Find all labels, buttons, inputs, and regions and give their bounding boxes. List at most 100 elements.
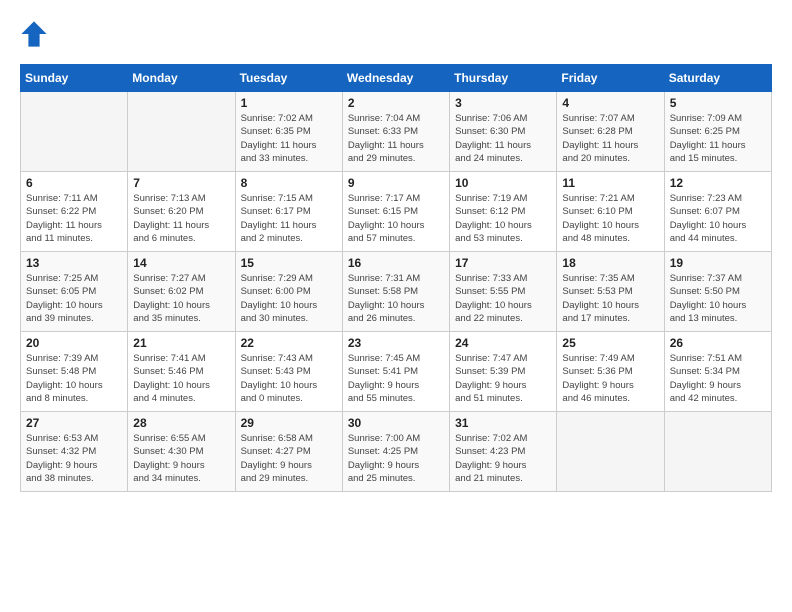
day-number: 8 [241,176,337,190]
day-number: 26 [670,336,766,350]
calendar-cell: 19Sunrise: 7:37 AM Sunset: 5:50 PM Dayli… [664,252,771,332]
day-number: 20 [26,336,122,350]
calendar-cell: 29 Sunrise: 6:58 AM Sunset: 4:27 PM Dayli… [235,412,342,492]
day-info: Sunrise: 7:51 AM Sunset: 5:34 PM Dayligh… [670,352,766,405]
day-info: Sunrise: 7:25 AM Sunset: 6:05 PM Dayligh… [26,272,122,325]
day-info: Sunrise: 7:41 AM Sunset: 5:46 PM Dayligh… [133,352,229,405]
day-number: 21 [133,336,229,350]
calendar-cell: 31 Sunrise: 7:02 AM Sunset: 4:23 PM Dayli… [450,412,557,492]
calendar-cell: 8 Sunrise: 7:15 AM Sunset: 6:17 PM Daylig… [235,172,342,252]
day-number: 6 [26,176,122,190]
calendar-cell: 26 Sunrise: 7:51 AM Sunset: 5:34 PM Dayli… [664,332,771,412]
day-info: Sunrise: 6:58 AM Sunset: 4:27 PM Dayligh… [241,432,337,485]
day-info: Sunrise: 7:13 AM Sunset: 6:20 PM Dayligh… [133,192,229,245]
day-info: Sunrise: 6:55 AM Sunset: 4:30 PM Dayligh… [133,432,229,485]
day-number: 3 [455,96,551,110]
day-number: 15 [241,256,337,270]
day-info: Sunrise: 7:49 AM Sunset: 5:36 PM Dayligh… [562,352,658,405]
day-number: 5 [670,96,766,110]
calendar-cell: 21 Sunrise: 7:41 AM Sunset: 5:46 PM Dayli… [128,332,235,412]
day-number: 25 [562,336,658,350]
calendar-cell: 13 Sunrise: 7:25 AM Sunset: 6:05 PM Dayli… [21,252,128,332]
calendar-cell [21,92,128,172]
day-info: Sunrise: 7:31 AM Sunset: 5:58 PM Dayligh… [348,272,444,325]
day-number: 28 [133,416,229,430]
calendar-cell: 28 Sunrise: 6:55 AM Sunset: 4:30 PM Dayli… [128,412,235,492]
day-info: Sunrise: 7:45 AM Sunset: 5:41 PM Dayligh… [348,352,444,405]
day-info: Sunrise: 6:53 AM Sunset: 4:32 PM Dayligh… [26,432,122,485]
calendar-cell: 12Sunrise: 7:23 AM Sunset: 6:07 PM Dayli… [664,172,771,252]
day-info: Sunrise: 7:11 AM Sunset: 6:22 PM Dayligh… [26,192,122,245]
calendar-cell: 18 Sunrise: 7:35 AM Sunset: 5:53 PM Dayli… [557,252,664,332]
day-header-wednesday: Wednesday [342,65,449,92]
week-row-3: 13 Sunrise: 7:25 AM Sunset: 6:05 PM Dayli… [21,252,772,332]
calendar-cell: 1 Sunrise: 7:02 AM Sunset: 6:35 PM Daylig… [235,92,342,172]
day-header-thursday: Thursday [450,65,557,92]
day-info: Sunrise: 7:27 AM Sunset: 6:02 PM Dayligh… [133,272,229,325]
calendar-cell: 11 Sunrise: 7:21 AM Sunset: 6:10 PM Dayli… [557,172,664,252]
day-info: Sunrise: 7:47 AM Sunset: 5:39 PM Dayligh… [455,352,551,405]
day-number: 2 [348,96,444,110]
day-info: Sunrise: 7:37 AM Sunset: 5:50 PM Dayligh… [670,272,766,325]
logo-icon [20,20,48,48]
calendar-cell: 23Sunrise: 7:45 AM Sunset: 5:41 PM Dayli… [342,332,449,412]
day-info: Sunrise: 7:17 AM Sunset: 6:15 PM Dayligh… [348,192,444,245]
calendar-cell: 2 Sunrise: 7:04 AM Sunset: 6:33 PM Daylig… [342,92,449,172]
calendar-cell: 14 Sunrise: 7:27 AM Sunset: 6:02 PM Dayli… [128,252,235,332]
day-header-monday: Monday [128,65,235,92]
day-info: Sunrise: 7:02 AM Sunset: 4:23 PM Dayligh… [455,432,551,485]
calendar-cell: 30Sunrise: 7:00 AM Sunset: 4:25 PM Dayli… [342,412,449,492]
day-header-friday: Friday [557,65,664,92]
logo [20,20,52,48]
calendar-table: SundayMondayTuesdayWednesdayThursdayFrid… [20,64,772,492]
day-number: 13 [26,256,122,270]
calendar-cell: 10 Sunrise: 7:19 AM Sunset: 6:12 PM Dayli… [450,172,557,252]
calendar-cell [664,412,771,492]
calendar-cell: 9 Sunrise: 7:17 AM Sunset: 6:15 PM Daylig… [342,172,449,252]
calendar-cell: 3 Sunrise: 7:06 AM Sunset: 6:30 PM Daylig… [450,92,557,172]
week-row-1: 1 Sunrise: 7:02 AM Sunset: 6:35 PM Daylig… [21,92,772,172]
day-number: 12 [670,176,766,190]
day-info: Sunrise: 7:06 AM Sunset: 6:30 PM Dayligh… [455,112,551,165]
day-header-tuesday: Tuesday [235,65,342,92]
day-info: Sunrise: 7:15 AM Sunset: 6:17 PM Dayligh… [241,192,337,245]
day-info: Sunrise: 7:35 AM Sunset: 5:53 PM Dayligh… [562,272,658,325]
day-info: Sunrise: 7:43 AM Sunset: 5:43 PM Dayligh… [241,352,337,405]
day-info: Sunrise: 7:19 AM Sunset: 6:12 PM Dayligh… [455,192,551,245]
day-number: 31 [455,416,551,430]
day-number: 30 [348,416,444,430]
day-number: 16 [348,256,444,270]
day-number: 29 [241,416,337,430]
day-number: 11 [562,176,658,190]
week-row-4: 20Sunrise: 7:39 AM Sunset: 5:48 PM Dayli… [21,332,772,412]
day-info: Sunrise: 7:09 AM Sunset: 6:25 PM Dayligh… [670,112,766,165]
day-info: Sunrise: 7:21 AM Sunset: 6:10 PM Dayligh… [562,192,658,245]
day-number: 17 [455,256,551,270]
calendar-cell: 17Sunrise: 7:33 AM Sunset: 5:55 PM Dayli… [450,252,557,332]
calendar-cell: 5 Sunrise: 7:09 AM Sunset: 6:25 PM Daylig… [664,92,771,172]
day-number: 27 [26,416,122,430]
day-info: Sunrise: 7:02 AM Sunset: 6:35 PM Dayligh… [241,112,337,165]
day-number: 1 [241,96,337,110]
page-header [20,20,772,48]
calendar-cell: 24 Sunrise: 7:47 AM Sunset: 5:39 PM Dayli… [450,332,557,412]
calendar-cell: 20Sunrise: 7:39 AM Sunset: 5:48 PM Dayli… [21,332,128,412]
day-number: 14 [133,256,229,270]
day-number: 24 [455,336,551,350]
calendar-cell: 4 Sunrise: 7:07 AM Sunset: 6:28 PM Daylig… [557,92,664,172]
calendar-cell: 15 Sunrise: 7:29 AM Sunset: 6:00 PM Dayli… [235,252,342,332]
day-number: 10 [455,176,551,190]
day-header-sunday: Sunday [21,65,128,92]
day-number: 9 [348,176,444,190]
calendar-cell: 25 Sunrise: 7:49 AM Sunset: 5:36 PM Dayli… [557,332,664,412]
day-number: 4 [562,96,658,110]
day-info: Sunrise: 7:04 AM Sunset: 6:33 PM Dayligh… [348,112,444,165]
day-header-saturday: Saturday [664,65,771,92]
calendar-cell [128,92,235,172]
week-row-5: 27 Sunrise: 6:53 AM Sunset: 4:32 PM Dayli… [21,412,772,492]
header-row: SundayMondayTuesdayWednesdayThursdayFrid… [21,65,772,92]
day-number: 18 [562,256,658,270]
day-info: Sunrise: 7:07 AM Sunset: 6:28 PM Dayligh… [562,112,658,165]
day-number: 22 [241,336,337,350]
day-info: Sunrise: 7:29 AM Sunset: 6:00 PM Dayligh… [241,272,337,325]
